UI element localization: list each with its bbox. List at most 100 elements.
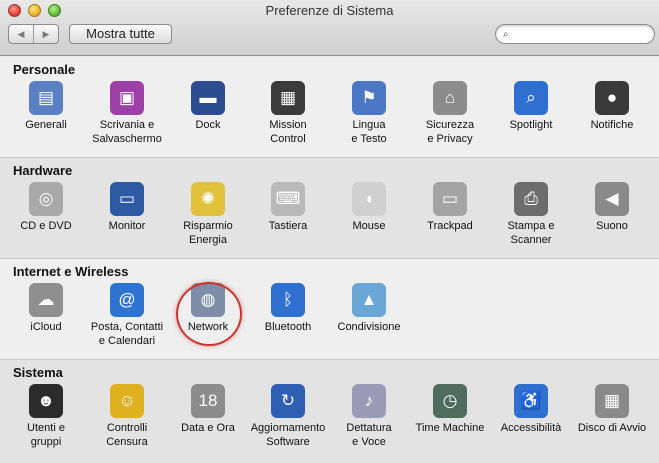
pref-pane-label: Data e Ora xyxy=(181,422,235,434)
section-title: Sistema xyxy=(13,365,63,380)
back-button[interactable]: ◀ xyxy=(9,25,33,43)
pref-pane-label: Dock xyxy=(195,119,221,131)
back-forward-control: ◀ ▶ xyxy=(8,24,59,44)
accessibility-icon: ♿ xyxy=(514,384,548,418)
general-icon: ▤ xyxy=(29,81,63,115)
pref-pane-label: Suono xyxy=(596,220,628,232)
window-title: Preferenze di Sistema xyxy=(265,3,394,18)
pref-pane-bluetooth[interactable]: ᛒ Bluetooth xyxy=(248,283,328,334)
pref-pane-users-groups[interactable]: ☻ Utenti e gruppi xyxy=(6,384,86,449)
pref-pane-sharing[interactable]: ▲ Condivisione xyxy=(329,283,409,334)
pref-pane-dictation-speech[interactable]: ♪ Dettatura e Voce xyxy=(329,384,409,449)
pref-pane-label: Sicurezza e Privacy xyxy=(425,119,475,145)
section-title: Personale xyxy=(13,62,76,77)
preferences-window: Preferenze di Sistema ◀ ▶ Mostra tutte ⌕… xyxy=(0,0,659,463)
pref-pane-label: Posta, Contatti e Calendari xyxy=(90,321,164,347)
pref-pane-label: Controlli Censura xyxy=(106,422,148,448)
mission-control-icon: ▦ xyxy=(271,81,305,115)
time-machine-icon: ◷ xyxy=(433,384,467,418)
pref-pane-mouse[interactable]: ◖ Mouse xyxy=(329,182,409,233)
pref-pane-label: Disco di Avvio xyxy=(577,422,647,434)
sound-icon: ◀ xyxy=(595,182,629,216)
section-personal: Personale ▤ Generali ▣ Scrivania e Salvasch… xyxy=(0,57,659,158)
forward-arrow-icon: ▶ xyxy=(42,28,50,39)
pref-pane-mission-control[interactable]: ▦ Mission Control xyxy=(248,81,328,146)
pref-pane-print-scan[interactable]: ⎙ Stampa e Scanner xyxy=(491,182,571,247)
toolbar: Preferenze di Sistema ◀ ▶ Mostra tutte ⌕ xyxy=(0,0,659,56)
cd-dvd-icon: ◎ xyxy=(29,182,63,216)
section-hardware: Hardware ◎ CD e DVD ▭ Monitor ✺ Risparmio Ene… xyxy=(0,158,659,259)
pref-pane-dock[interactable]: ▬ Dock xyxy=(168,81,248,132)
pref-pane-sound[interactable]: ◀ Suono xyxy=(572,182,652,233)
pref-pane-label: Risparmio Energia xyxy=(183,220,233,246)
pref-pane-label: Bluetooth xyxy=(264,321,312,333)
network-highlight-circle xyxy=(176,282,242,346)
pref-pane-label: CD e DVD xyxy=(20,220,72,232)
users-groups-icon: ☻ xyxy=(29,384,63,418)
pref-pane-label: Notifiche xyxy=(590,119,634,131)
pref-pane-label: Trackpad xyxy=(427,220,473,232)
language-text-icon: ⚑ xyxy=(352,81,386,115)
security-privacy-icon: ⌂ xyxy=(433,81,467,115)
section-internet-wireless: Internet e Wireless ☁ iCloud @ Posta, Conta… xyxy=(0,259,659,360)
pref-pane-label: iCloud xyxy=(30,321,62,333)
pref-pane-energy-saver[interactable]: ✺ Risparmio Energia xyxy=(168,182,248,247)
pref-pane-icloud[interactable]: ☁ iCloud xyxy=(6,283,86,334)
pref-pane-monitor[interactable]: ▭ Monitor xyxy=(87,182,167,233)
pref-pane-keyboard[interactable]: ⌨ Tastiera xyxy=(248,182,328,233)
keyboard-icon: ⌨ xyxy=(271,182,305,216)
pref-pane-label: Mission Control xyxy=(269,119,307,145)
dock-icon: ▬ xyxy=(191,81,225,115)
energy-saver-icon: ✺ xyxy=(191,182,225,216)
forward-button[interactable]: ▶ xyxy=(33,25,58,43)
pref-pane-parental-controls[interactable]: ☺ Controlli Censura xyxy=(87,384,167,449)
back-arrow-icon: ◀ xyxy=(17,28,25,39)
search-input[interactable] xyxy=(518,27,648,41)
desktop-screensaver-icon: ▣ xyxy=(110,81,144,115)
pref-pane-label: Condivisione xyxy=(337,321,401,333)
show-all-button[interactable]: Mostra tutte xyxy=(69,24,172,44)
mouse-icon: ◖ xyxy=(352,182,386,216)
pref-pane-label: Lingua e Testo xyxy=(351,119,387,145)
pref-pane-label: Monitor xyxy=(108,220,146,232)
pref-pane-label: Utenti e gruppi xyxy=(27,422,65,448)
pref-pane-label: Stampa e Scanner xyxy=(507,220,555,246)
pref-pane-language-text[interactable]: ⚑ Lingua e Testo xyxy=(329,81,409,146)
pref-pane-spotlight[interactable]: ⌕ Spotlight xyxy=(491,81,571,132)
section-title: Internet e Wireless xyxy=(13,264,129,279)
dictation-speech-icon: ♪ xyxy=(352,384,386,418)
mail-contacts-calendars-icon: @ xyxy=(110,283,144,317)
pref-pane-time-machine[interactable]: ◷ Time Machine xyxy=(410,384,490,435)
date-time-icon: 18 xyxy=(191,384,225,418)
pref-pane-label: Tastiera xyxy=(268,220,308,232)
bluetooth-icon: ᛒ xyxy=(271,283,305,317)
pref-pane-general[interactable]: ▤ Generali xyxy=(6,81,86,132)
pref-pane-software-update[interactable]: ↻ Aggiornamento Software xyxy=(248,384,328,449)
pref-pane-label: Generali xyxy=(25,119,67,131)
search-icon: ⌕ xyxy=(503,29,509,40)
monitor-icon: ▭ xyxy=(110,182,144,216)
pref-pane-notifications[interactable]: ● Notifiche xyxy=(572,81,652,132)
notifications-icon: ● xyxy=(595,81,629,115)
pref-pane-label: Scrivania e Salvaschermo xyxy=(92,119,162,145)
spotlight-icon: ⌕ xyxy=(514,81,548,115)
pref-pane-desktop-screensaver[interactable]: ▣ Scrivania e Salvaschermo xyxy=(87,81,167,146)
pref-pane-label: Dettatura e Voce xyxy=(346,422,392,448)
pref-pane-label: Mouse xyxy=(352,220,386,232)
sharing-icon: ▲ xyxy=(352,283,386,317)
icloud-icon: ☁ xyxy=(29,283,63,317)
pref-pane-mail-contacts-calendars[interactable]: @ Posta, Contatti e Calendari xyxy=(87,283,167,348)
trackpad-icon: ▭ xyxy=(433,182,467,216)
pref-pane-cd-dvd[interactable]: ◎ CD e DVD xyxy=(6,182,86,233)
pref-pane-trackpad[interactable]: ▭ Trackpad xyxy=(410,182,490,233)
pref-pane-startup-disk[interactable]: ▦ Disco di Avvio xyxy=(572,384,652,435)
software-update-icon: ↻ xyxy=(271,384,305,418)
search-field[interactable]: ⌕ xyxy=(495,24,655,44)
section-title: Hardware xyxy=(13,163,73,178)
pref-pane-security-privacy[interactable]: ⌂ Sicurezza e Privacy xyxy=(410,81,490,146)
pref-pane-date-time[interactable]: 18 Data e Ora xyxy=(168,384,248,435)
startup-disk-icon: ▦ xyxy=(595,384,629,418)
parental-controls-icon: ☺ xyxy=(110,384,144,418)
pref-pane-accessibility[interactable]: ♿ Accessibilità xyxy=(491,384,571,435)
pref-pane-label: Accessibilità xyxy=(500,422,562,434)
